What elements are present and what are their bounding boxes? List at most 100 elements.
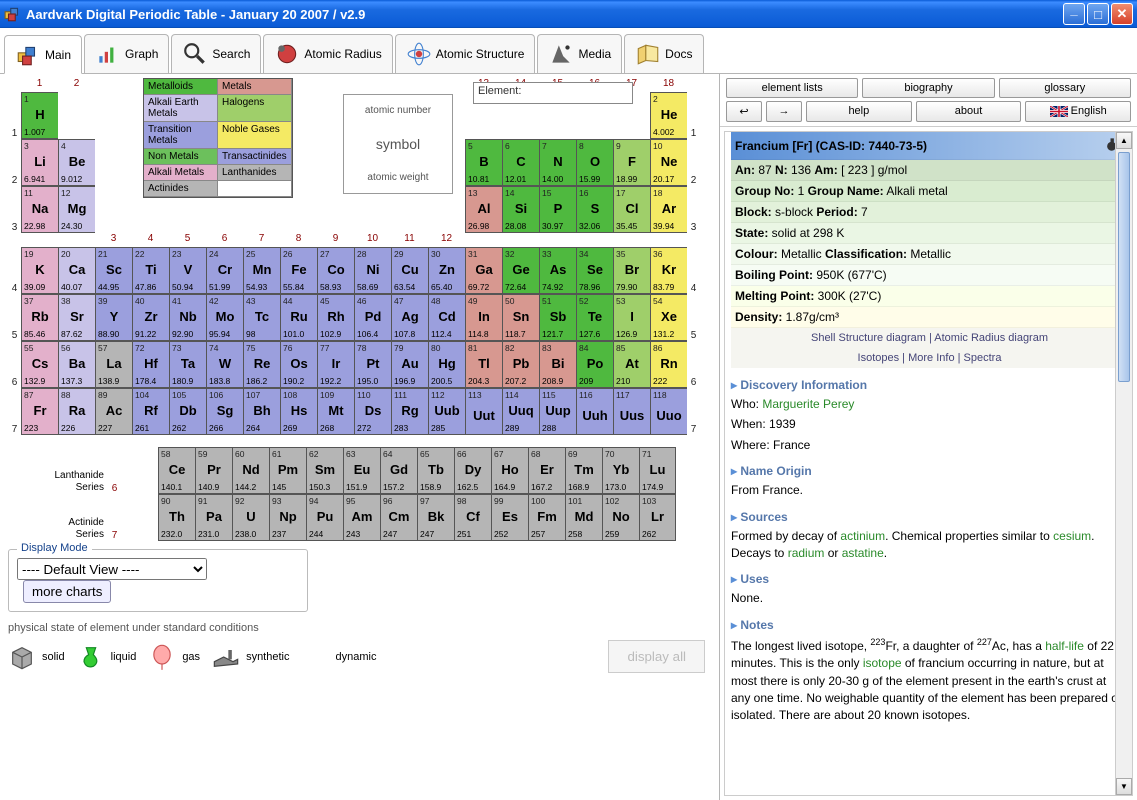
element-Ar[interactable]: 18Ar39.94 [650, 186, 687, 233]
element-Ni[interactable]: 28Ni58.69 [354, 247, 391, 294]
diagram-links[interactable]: Shell Structure diagram | Atomic Radius … [731, 328, 1128, 348]
element-Pd[interactable]: 46Pd106.4 [354, 294, 391, 341]
element-Uuh[interactable]: 116Uuh [576, 388, 613, 435]
close-button[interactable]: ✕ [1111, 3, 1133, 25]
display-all-button[interactable]: display all [608, 640, 705, 673]
element-Hg[interactable]: 80Hg200.5 [428, 341, 465, 388]
element-Ba[interactable]: 56Ba137.3 [58, 341, 95, 388]
element-Db[interactable]: 105Db262 [169, 388, 206, 435]
element-Md[interactable]: 101Md258 [565, 494, 602, 541]
element-Uub[interactable]: 112Uub285 [428, 388, 465, 435]
element-Cl[interactable]: 17Cl35.45 [613, 186, 650, 233]
element-Tb[interactable]: 65Tb158.9 [417, 447, 454, 494]
minimize-button[interactable]: _ [1063, 3, 1085, 25]
element-Hs[interactable]: 108Hs269 [280, 388, 317, 435]
element-Uup[interactable]: 115Uup288 [539, 388, 576, 435]
element-Pm[interactable]: 61Pm145 [269, 447, 306, 494]
element-He[interactable]: 2He4.002 [650, 92, 687, 139]
scroll-thumb[interactable] [1118, 152, 1130, 382]
element-Am[interactable]: 95Am243 [343, 494, 380, 541]
element-Np[interactable]: 93Np237 [269, 494, 306, 541]
element-Li[interactable]: 3Li6.941 [21, 139, 58, 186]
element-Rh[interactable]: 45Rh102.9 [317, 294, 354, 341]
tab-docs[interactable]: Docs [624, 34, 703, 73]
element-Mt[interactable]: 109Mt268 [317, 388, 354, 435]
element-No[interactable]: 102No259 [602, 494, 639, 541]
element-I[interactable]: 53I126.9 [613, 294, 650, 341]
element-Po[interactable]: 84Po209 [576, 341, 613, 388]
element-Sc[interactable]: 21Sc44.95 [95, 247, 132, 294]
element-Eu[interactable]: 63Eu151.9 [343, 447, 380, 494]
element-Os[interactable]: 76Os190.2 [280, 341, 317, 388]
element-Sm[interactable]: 62Sm150.3 [306, 447, 343, 494]
element-Fe[interactable]: 26Fe55.84 [280, 247, 317, 294]
element-Se[interactable]: 34Se78.96 [576, 247, 613, 294]
element-Nb[interactable]: 41Nb92.90 [169, 294, 206, 341]
element-Sb[interactable]: 51Sb121.7 [539, 294, 576, 341]
element-Al[interactable]: 13Al26.98 [465, 186, 502, 233]
tab-atomic-structure[interactable]: Atomic Structure [395, 34, 536, 73]
element-Ag[interactable]: 47Ag107.8 [391, 294, 428, 341]
element-Gd[interactable]: 64Gd157.2 [380, 447, 417, 494]
element-Mn[interactable]: 25Mn54.93 [243, 247, 280, 294]
element-Lr[interactable]: 103Lr262 [639, 494, 676, 541]
element-Y[interactable]: 39Y88.90 [95, 294, 132, 341]
element-Lu[interactable]: 71Lu174.9 [639, 447, 676, 494]
element-H[interactable]: 1H1.007 [21, 92, 58, 139]
nav-button[interactable]: ↩ [726, 101, 762, 122]
tab-media[interactable]: Media [537, 34, 622, 73]
display-mode-select[interactable]: ---- Default View ---- [17, 558, 207, 580]
element-Es[interactable]: 99Es252 [491, 494, 528, 541]
tab-main[interactable]: Main [4, 35, 82, 74]
element-Cd[interactable]: 48Cd112.4 [428, 294, 465, 341]
element-Ne[interactable]: 10Ne20.17 [650, 139, 687, 186]
element-Ho[interactable]: 67Ho164.9 [491, 447, 528, 494]
element-Tc[interactable]: 43Tc98 [243, 294, 280, 341]
element-Be[interactable]: 4Be9.012 [58, 139, 95, 186]
element-Cf[interactable]: 98Cf251 [454, 494, 491, 541]
element-Ti[interactable]: 22Ti47.86 [132, 247, 169, 294]
element-Mg[interactable]: 12Mg24.30 [58, 186, 95, 233]
element-Tl[interactable]: 81Tl204.3 [465, 341, 502, 388]
element-Uuo[interactable]: 118Uuo [650, 388, 687, 435]
element-Bh[interactable]: 107Bh264 [243, 388, 280, 435]
element-O[interactable]: 8O15.99 [576, 139, 613, 186]
element-Ru[interactable]: 44Ru101.0 [280, 294, 317, 341]
element-Co[interactable]: 27Co58.93 [317, 247, 354, 294]
element-Uut[interactable]: 113Uut [465, 388, 502, 435]
element-Ra[interactable]: 88Ra226 [58, 388, 95, 435]
element-Uuq[interactable]: 114Uuq289 [502, 388, 539, 435]
element-Fm[interactable]: 100Fm257 [528, 494, 565, 541]
element-Cs[interactable]: 55Cs132.9 [21, 341, 58, 388]
element-Si[interactable]: 14Si28.08 [502, 186, 539, 233]
element-C[interactable]: 6C12.01 [502, 139, 539, 186]
element-Pr[interactable]: 59Pr140.9 [195, 447, 232, 494]
element-Zn[interactable]: 30Zn65.40 [428, 247, 465, 294]
element-Fr[interactable]: 87Fr223 [21, 388, 58, 435]
element-Ac[interactable]: 89Ac227 [95, 388, 132, 435]
element-Ta[interactable]: 73Ta180.9 [169, 341, 206, 388]
element-K[interactable]: 19K39.09 [21, 247, 58, 294]
element-Ca[interactable]: 20Ca40.07 [58, 247, 95, 294]
element-Tm[interactable]: 69Tm168.9 [565, 447, 602, 494]
nav-button[interactable]: English [1025, 101, 1131, 122]
element-Pb[interactable]: 82Pb207.2 [502, 341, 539, 388]
element-Rb[interactable]: 37Rb85.46 [21, 294, 58, 341]
more-charts-button[interactable]: more charts [23, 580, 111, 603]
element-V[interactable]: 23V50.94 [169, 247, 206, 294]
element-Uus[interactable]: 117Uus [613, 388, 650, 435]
element-Rg[interactable]: 111Rg283 [391, 388, 428, 435]
element-P[interactable]: 15P30.97 [539, 186, 576, 233]
element-Na[interactable]: 11Na22.98 [21, 186, 58, 233]
tab-atomic-radius[interactable]: Atomic Radius [263, 34, 392, 73]
element-Th[interactable]: 90Th232.0 [158, 494, 195, 541]
element-Ga[interactable]: 31Ga69.72 [465, 247, 502, 294]
element-Bk[interactable]: 97Bk247 [417, 494, 454, 541]
nav-button[interactable]: about [916, 101, 1022, 122]
scroll-down-button[interactable]: ▼ [1116, 778, 1132, 795]
element-Te[interactable]: 52Te127.6 [576, 294, 613, 341]
scroll-up-button[interactable]: ▲ [1116, 132, 1132, 149]
maximize-button[interactable]: □ [1087, 3, 1109, 25]
element-Sn[interactable]: 50Sn118.7 [502, 294, 539, 341]
element-W[interactable]: 74W183.8 [206, 341, 243, 388]
